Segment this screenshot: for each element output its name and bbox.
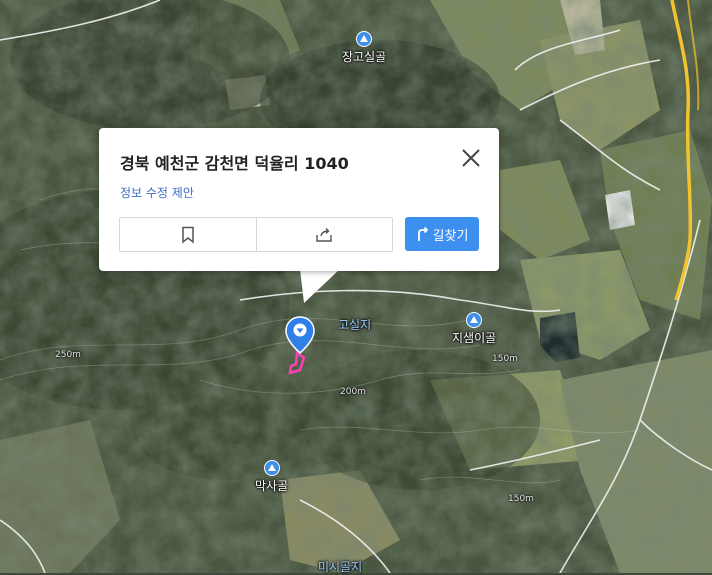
share-icon xyxy=(316,227,332,242)
place-label: 막사골 xyxy=(255,479,289,493)
suggest-edit-link[interactable]: 정보 수정 제안 xyxy=(120,184,194,201)
place-info-card: 경북 예천군 감천면 덕율리 1040 정보 수정 제안 길찾기 xyxy=(99,128,499,271)
place-label: 지샘이골 xyxy=(452,331,497,345)
place-janggosilgol[interactable]: 장고실골 xyxy=(342,31,386,65)
reservoir-label-misilgoji: 미시골지 xyxy=(318,560,363,574)
location-pin-icon[interactable] xyxy=(284,315,316,359)
elevation-label: 250m xyxy=(55,350,81,360)
share-button[interactable] xyxy=(255,218,393,251)
place-maksagol[interactable]: 막사골 xyxy=(255,460,288,494)
place-address-title: 경북 예천군 감천면 덕율리 1040 xyxy=(120,154,349,173)
satellite-map[interactable] xyxy=(0,0,712,573)
place-label: 장고실골 xyxy=(342,50,387,64)
bookmark-icon xyxy=(182,226,194,244)
card-action-group xyxy=(119,217,393,252)
elevation-label: 200m xyxy=(340,387,366,397)
mountain-icon xyxy=(356,31,373,47)
close-icon[interactable] xyxy=(459,146,483,170)
elevation-label: 150m xyxy=(492,354,518,364)
directions-button[interactable]: 길찾기 xyxy=(405,217,479,251)
directions-label: 길찾기 xyxy=(432,228,469,244)
reservoir-label-gosilji: 고실지 xyxy=(338,318,372,332)
mountain-icon xyxy=(263,460,280,476)
elevation-label: 150m xyxy=(508,494,534,504)
directions-icon xyxy=(417,226,428,241)
info-card-pointer xyxy=(300,269,340,303)
place-jisaemigol[interactable]: 지샘이골 xyxy=(452,312,496,346)
mountain-icon xyxy=(466,312,483,328)
bookmark-button[interactable] xyxy=(120,218,256,251)
